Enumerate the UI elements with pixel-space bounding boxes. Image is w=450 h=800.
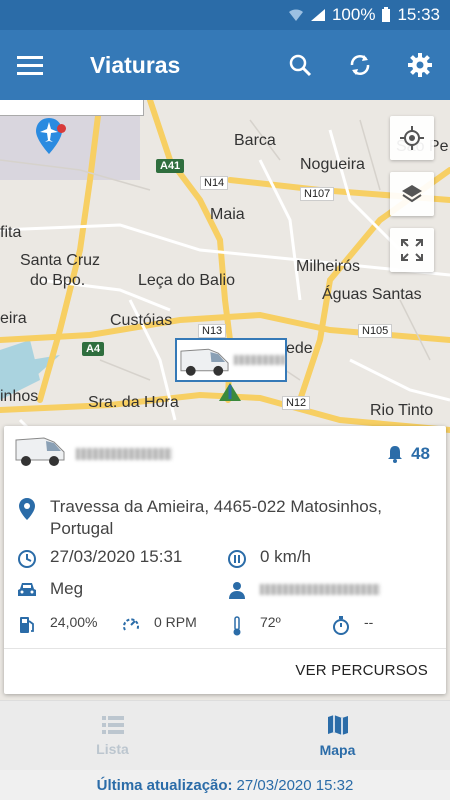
alerts-badge[interactable]: 48 <box>387 444 430 464</box>
tab-lista[interactable]: Lista <box>0 701 225 770</box>
fullscreen-icon <box>401 239 423 261</box>
temperature-row: 72º <box>226 614 281 636</box>
vehicle-pointer-icon <box>219 383 241 401</box>
hamburger-icon <box>17 56 43 75</box>
rpm-row: 0 RPM <box>120 614 197 634</box>
thermometer-icon <box>233 616 241 636</box>
list-icon <box>101 715 124 734</box>
layers-button[interactable] <box>390 172 434 216</box>
map-label: Custóias <box>110 312 173 329</box>
map-label: eira <box>0 310 27 327</box>
map-label: Rio Tinto <box>370 402 434 419</box>
layers-icon <box>402 185 422 203</box>
map-icon <box>327 714 348 735</box>
airport-callout <box>0 100 144 116</box>
timer-row: -- <box>330 614 373 636</box>
airplane-icon <box>36 118 62 154</box>
road-tag: N107 <box>300 187 335 201</box>
road-tag: N105 <box>358 324 393 338</box>
map-label: ede <box>286 340 313 357</box>
road-tag: N14 <box>200 176 229 190</box>
fullscreen-button[interactable] <box>390 228 434 272</box>
van-icon <box>180 348 229 376</box>
address-row: Travessa da Amieira, 4465-022 Matosinhos… <box>16 496 416 540</box>
battery-icon <box>382 7 391 22</box>
van-icon <box>15 437 65 466</box>
alert-count: 48 <box>411 444 430 463</box>
map-label: fita <box>0 224 22 241</box>
map-pin-dot <box>57 124 66 133</box>
search-icon <box>289 54 312 77</box>
vehicle-info-card: 48 Travessa da Amieira, 4465-022 Matosin… <box>4 426 446 694</box>
location-pin-icon <box>19 498 35 520</box>
driver-redacted <box>260 584 380 595</box>
speed-row: 0 km/h <box>226 547 311 569</box>
clock-icon <box>18 550 36 568</box>
page-title: Viaturas <box>90 51 181 78</box>
car-icon <box>18 583 36 596</box>
road-tag: N13 <box>198 324 227 338</box>
plate-redacted <box>76 448 172 460</box>
clock: 15:33 <box>397 5 440 24</box>
map-label: Nogueira <box>300 156 365 173</box>
last-update-bar: Última atualização: 27/03/2020 15:32 <box>0 770 450 800</box>
my-location-button[interactable] <box>390 116 434 160</box>
refresh-icon <box>350 55 370 75</box>
map-label: Barca <box>234 132 276 149</box>
vehicle-type-text: Meg <box>50 579 84 598</box>
datetime-text: 27/03/2020 15:31 <box>50 547 183 566</box>
driver-row <box>226 579 380 599</box>
vehicle-type-row: Meg <box>16 579 83 599</box>
signal-icon <box>310 9 325 21</box>
tab-lista-label: Lista <box>96 740 129 757</box>
pause-circle-icon <box>228 550 246 568</box>
last-update-label: Última atualização: <box>96 776 233 794</box>
speed-text: 0 km/h <box>260 547 312 566</box>
crosshair-icon <box>400 126 424 150</box>
datetime-row: 27/03/2020 15:31 <box>16 547 182 569</box>
temperature-text: 72º <box>260 614 281 630</box>
map-label: Maia <box>210 206 245 223</box>
last-update-value: 27/03/2020 15:32 <box>236 776 354 794</box>
stopwatch-icon <box>333 616 349 635</box>
status-bar: 100% 15:33 <box>0 0 450 30</box>
address-text: Travessa da Amieira, 4465-022 Matosinhos… <box>50 497 382 538</box>
fuel-row: 24,00% <box>16 614 97 634</box>
map-label: inhos <box>0 388 39 405</box>
settings-button[interactable] <box>390 30 450 100</box>
tab-mapa-label: Mapa <box>319 741 356 758</box>
person-icon <box>229 582 245 599</box>
rpm-gauge-icon <box>123 618 139 631</box>
search-button[interactable] <box>270 30 330 100</box>
fuel-icon <box>20 617 34 633</box>
rpm-text: 0 RPM <box>154 614 197 630</box>
fuel-text: 24,00% <box>50 614 98 630</box>
map-label: Águas Santas <box>322 286 422 303</box>
app-bar: Viaturas <box>0 30 450 100</box>
tab-mapa[interactable]: Mapa <box>225 701 450 770</box>
wifi-icon <box>288 9 303 21</box>
map-label: do Bpo. <box>30 272 86 289</box>
gear-icon <box>408 53 432 77</box>
road-shield: A41 <box>156 159 185 173</box>
bell-icon <box>388 446 403 463</box>
vehicle-marker[interactable] <box>175 338 287 382</box>
map-label: Sra. da Hora <box>88 394 179 411</box>
battery-percent: 100% <box>331 5 376 24</box>
bottom-nav: Lista Mapa <box>0 700 450 770</box>
refresh-button[interactable] <box>330 30 390 100</box>
menu-button[interactable] <box>0 30 60 100</box>
card-footer: VER PERCURSOS <box>4 648 446 694</box>
map-label: Santa Cruz <box>20 252 101 269</box>
card-header: 48 <box>4 426 446 481</box>
road-shield: A4 <box>82 342 105 356</box>
road-tag: N12 <box>282 396 311 410</box>
timer-text: -- <box>364 614 374 630</box>
ver-percursos-button[interactable]: VER PERCURSOS <box>295 662 428 679</box>
map-label: Milheirós <box>296 258 361 275</box>
plate-redacted <box>234 355 285 365</box>
map-label: Leça do Balio <box>138 272 235 289</box>
